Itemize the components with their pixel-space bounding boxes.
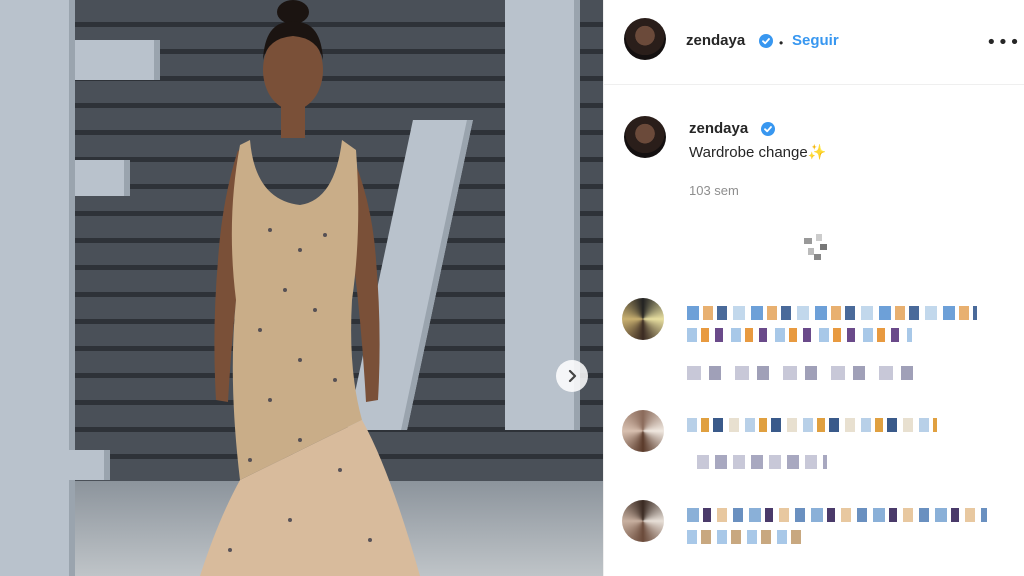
comment-text-obscured (687, 418, 937, 432)
verified-badge-icon (759, 34, 773, 48)
post-header: zendaya • Seguir ••• (604, 0, 1024, 85)
next-photo-button[interactable] (556, 360, 588, 392)
more-options-icon[interactable]: ••• (986, 30, 1020, 54)
comment-avatar (622, 410, 664, 452)
caption-text: Wardrobe change✨ (689, 143, 826, 161)
caption-author-avatar[interactable] (624, 116, 666, 158)
comment-text-obscured (687, 328, 912, 342)
comment-meta-obscured (697, 455, 827, 469)
post-photo[interactable] (0, 0, 603, 576)
header-separator: • (779, 36, 784, 50)
author-username[interactable]: zendaya (686, 32, 745, 49)
caption-body: Wardrobe change (689, 144, 808, 161)
comment-text-obscured (687, 508, 987, 522)
post-timestamp[interactable]: 103 sem (689, 183, 739, 198)
caption-username[interactable]: zendaya (689, 120, 748, 137)
verified-badge-icon (761, 122, 775, 136)
loading-spinner-icon (804, 234, 827, 260)
comment-avatar (622, 298, 664, 340)
comment-text-obscured (687, 530, 807, 544)
post-sidebar: zendaya • Seguir ••• zendaya Wardrobe ch… (603, 0, 1024, 576)
comment-avatar (622, 500, 664, 542)
author-avatar[interactable] (624, 18, 666, 60)
comment-text-obscured (687, 306, 977, 320)
follow-button[interactable]: Seguir (792, 32, 839, 49)
sparkles-icon: ✨ (807, 143, 827, 161)
chevron-right-icon (568, 369, 577, 383)
comment-meta-obscured (687, 366, 922, 380)
person-figure (200, 0, 420, 576)
